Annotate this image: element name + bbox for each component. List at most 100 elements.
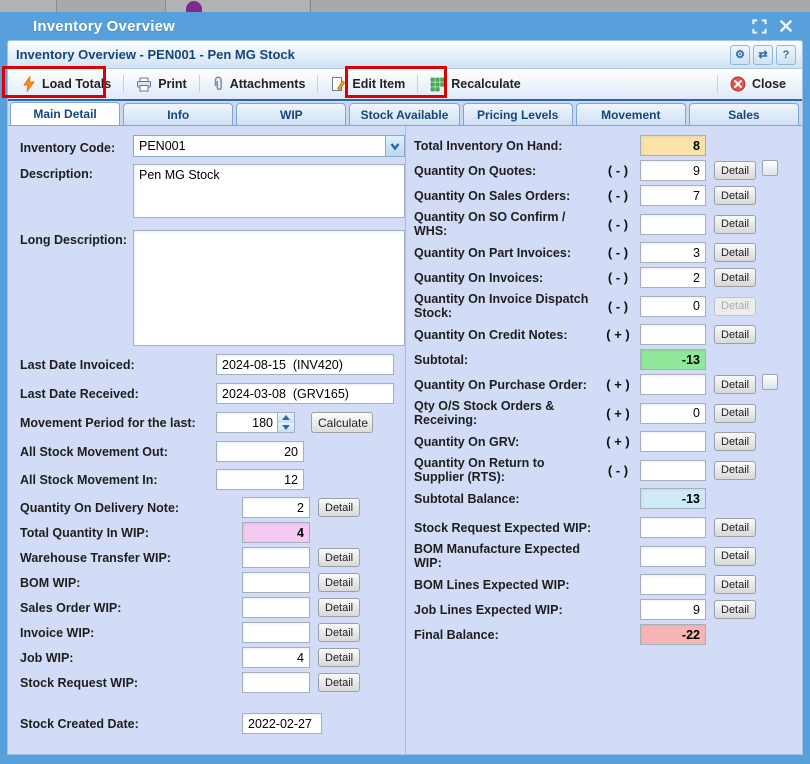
field-value-input[interactable] bbox=[216, 383, 394, 404]
window-close-icon[interactable] bbox=[778, 18, 794, 34]
spinner-down-icon[interactable] bbox=[278, 423, 294, 433]
field-value-input[interactable] bbox=[242, 572, 310, 593]
detail-button[interactable]: Detail bbox=[318, 673, 360, 692]
detail-button[interactable]: Detail bbox=[714, 547, 756, 566]
field-label: Last Date Invoiced: bbox=[20, 358, 216, 372]
tab-movement[interactable]: Movement bbox=[576, 103, 686, 125]
detail-button[interactable]: Detail bbox=[714, 600, 756, 619]
field-value-input[interactable] bbox=[640, 296, 706, 317]
movement-period-input[interactable] bbox=[217, 413, 277, 432]
field-value-input[interactable] bbox=[216, 354, 394, 375]
checkbox[interactable] bbox=[762, 374, 778, 390]
settings-gear-icon[interactable]: ⚙ bbox=[730, 45, 750, 65]
tab-sales[interactable]: Sales bbox=[689, 103, 799, 125]
detail-button[interactable]: Detail bbox=[714, 404, 756, 423]
field-value-input[interactable] bbox=[242, 522, 310, 543]
calculate-button[interactable]: Calculate bbox=[311, 412, 373, 433]
triangle-up bbox=[282, 415, 290, 420]
field-value-input[interactable] bbox=[242, 597, 310, 618]
printer-icon bbox=[136, 77, 152, 92]
field-label: Quantity On Invoices: bbox=[414, 271, 596, 285]
field-value-input[interactable] bbox=[640, 599, 706, 620]
field-value-input[interactable] bbox=[640, 135, 706, 156]
field-value-input[interactable] bbox=[640, 374, 706, 395]
detail-button[interactable]: Detail bbox=[318, 623, 360, 642]
tab-info[interactable]: Info bbox=[123, 103, 233, 125]
detail-button[interactable]: Detail bbox=[318, 573, 360, 592]
field-label: Quantity On Invoice Dispatch Stock: bbox=[414, 292, 596, 320]
field-value-input[interactable] bbox=[640, 185, 706, 206]
checkbox[interactable] bbox=[762, 160, 778, 176]
edit-item-button[interactable]: Edit Item bbox=[320, 72, 415, 96]
toolbar: Load Totals Print Attachments bbox=[8, 69, 802, 99]
field-value-input[interactable] bbox=[242, 647, 310, 668]
field-value-input[interactable] bbox=[242, 672, 310, 693]
field-value-input[interactable] bbox=[640, 574, 706, 595]
field-label: Total Quantity In WIP: bbox=[20, 526, 242, 540]
field-value-input[interactable] bbox=[242, 713, 322, 734]
field-value-input[interactable] bbox=[216, 441, 304, 462]
field-label: Quantity On Sales Orders: bbox=[414, 189, 596, 203]
inventory-code-select[interactable]: PEN001 bbox=[133, 135, 405, 157]
field-value-input[interactable] bbox=[640, 431, 706, 452]
detail-button[interactable]: Detail bbox=[714, 215, 756, 234]
field-value-input[interactable] bbox=[640, 624, 706, 645]
field-value-input[interactable] bbox=[242, 547, 310, 568]
detail-button[interactable]: Detail bbox=[714, 518, 756, 537]
help-icon[interactable]: ? bbox=[776, 45, 796, 65]
detail-button[interactable]: Detail bbox=[714, 186, 756, 205]
field-label: Warehouse Transfer WIP: bbox=[20, 551, 242, 565]
detail-button[interactable]: Detail bbox=[318, 548, 360, 567]
detail-button[interactable]: Detail bbox=[714, 243, 756, 262]
tab-pricing-levels[interactable]: Pricing Levels bbox=[463, 103, 573, 125]
detail-button[interactable]: Detail bbox=[714, 375, 756, 394]
field-value-input[interactable] bbox=[640, 517, 706, 538]
tab-main-detail[interactable]: Main Detail bbox=[10, 102, 120, 125]
print-button[interactable]: Print bbox=[126, 72, 196, 96]
detail-button[interactable]: Detail bbox=[714, 161, 756, 180]
field-value-input[interactable] bbox=[640, 324, 706, 345]
field-row: Invoice WIP:Detail bbox=[20, 622, 405, 643]
maximize-icon[interactable] bbox=[751, 18, 767, 34]
main-detail-panel: Inventory Code: PEN001 Description: Pen … bbox=[8, 126, 802, 754]
detail-button[interactable]: Detail bbox=[714, 325, 756, 344]
detail-button[interactable]: Detail bbox=[714, 432, 756, 451]
triangle-down bbox=[282, 425, 290, 430]
long-description-textarea[interactable] bbox=[133, 230, 405, 346]
tab-wip[interactable]: WIP bbox=[236, 103, 346, 125]
field-value-input[interactable] bbox=[640, 267, 706, 288]
spinner-up-icon[interactable] bbox=[278, 413, 294, 423]
field-value-input[interactable] bbox=[640, 160, 706, 181]
field-label: BOM WIP: bbox=[20, 576, 242, 590]
detail-button[interactable]: Detail bbox=[714, 268, 756, 287]
detail-button[interactable]: Detail bbox=[714, 575, 756, 594]
close-button[interactable]: Close bbox=[720, 72, 796, 96]
field-value-input[interactable] bbox=[216, 469, 304, 490]
field-row: Quantity On Purchase Order:( + )Detail bbox=[414, 374, 802, 395]
detail-button[interactable]: Detail bbox=[318, 598, 360, 617]
refresh-icon[interactable]: ⇄ bbox=[753, 45, 773, 65]
field-value-input[interactable] bbox=[242, 497, 310, 518]
attachments-button[interactable]: Attachments bbox=[202, 72, 316, 96]
description-row: Description: Pen MG Stock bbox=[20, 164, 405, 218]
field-value-input[interactable] bbox=[640, 488, 706, 509]
field-value-input[interactable] bbox=[640, 214, 706, 235]
load-totals-button[interactable]: Load Totals bbox=[12, 72, 121, 96]
field-value-input[interactable] bbox=[640, 460, 706, 481]
detail-button[interactable]: Detail bbox=[318, 498, 360, 517]
detail-button[interactable]: Detail bbox=[318, 648, 360, 667]
chevron-down-icon[interactable] bbox=[385, 136, 404, 156]
field-value-input[interactable] bbox=[242, 622, 310, 643]
sign-label: ( - ) bbox=[596, 270, 640, 285]
toolbar-separator bbox=[317, 75, 318, 93]
detail-button: Detail bbox=[714, 297, 756, 316]
recalculate-button[interactable]: Recalculate bbox=[420, 72, 530, 96]
field-value-input[interactable] bbox=[640, 546, 706, 567]
field-value-input[interactable] bbox=[640, 349, 706, 370]
edit-item-label: Edit Item bbox=[352, 77, 405, 91]
detail-button[interactable]: Detail bbox=[714, 461, 756, 480]
field-value-input[interactable] bbox=[640, 242, 706, 263]
description-textarea[interactable]: Pen MG Stock bbox=[133, 164, 405, 218]
field-value-input[interactable] bbox=[640, 403, 706, 424]
tab-stock-available[interactable]: Stock Available bbox=[349, 103, 459, 125]
